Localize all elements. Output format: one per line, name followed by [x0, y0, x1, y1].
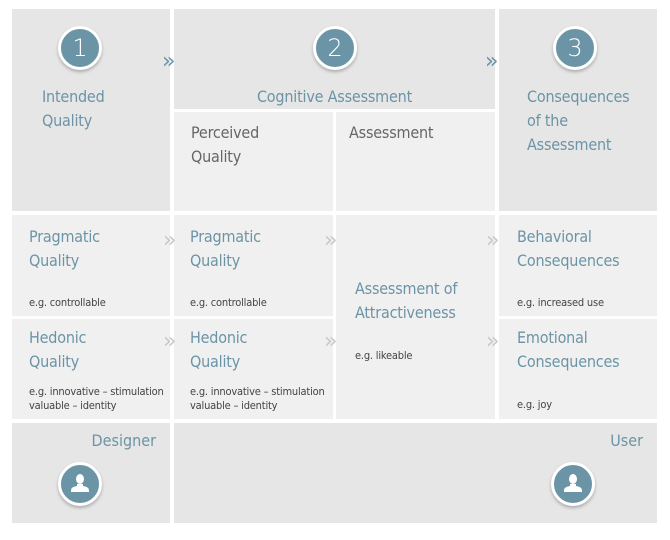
perceived-quality-label: Perceived Quality [191, 123, 260, 166]
designer-label: Designer [91, 431, 156, 450]
stage-2-number-badge: 2 [313, 26, 357, 70]
user-label: User [610, 431, 643, 450]
arrow-to-emotional-icon: » [486, 329, 500, 354]
stage-2-header-cell: 2 Cognitive Assessment [174, 9, 495, 109]
arrow-designer-pragmatic-icon: » [163, 228, 177, 253]
perceived-hedonic-example: e.g. innovative – stimulation valuable –… [190, 385, 325, 412]
arrow-to-behavioral-icon: » [486, 228, 500, 253]
perceived-hedonic-title: Hedonic Quality [190, 328, 248, 371]
stage-2-title: Cognitive Assessment [256, 87, 413, 106]
behavioral-consequences-title: Behavioral Consequences [517, 227, 620, 270]
designer-pragmatic-quality-cell: Pragmatic Quality e.g. controllable [12, 215, 170, 316]
stage-1-title: Intended Quality [42, 87, 105, 130]
stage-3-cell: 3 Consequences of the Assessment [499, 9, 657, 211]
designer-hedonic-example: e.g. innovative – stimulation valuable –… [29, 385, 164, 412]
arrow-perceived-pragmatic-icon: » [324, 228, 338, 253]
designer-pragmatic-example: e.g. controllable [29, 296, 106, 309]
designer-role-cell: Designer [12, 423, 170, 523]
assessment-label: Assessment [349, 123, 434, 142]
stage-3-title: Consequences of the Assessment [527, 87, 630, 154]
emotional-consequences-cell: Emotional Consequences e.g. joy [499, 319, 657, 419]
person-icon [71, 474, 89, 492]
assessment-header-cell: Assessment [336, 112, 495, 211]
person-icon [564, 474, 582, 492]
behavioral-consequences-cell: Behavioral Consequences e.g. increased u… [499, 215, 657, 316]
designer-hedonic-title: Hedonic Quality [29, 328, 87, 371]
arrow-stage2-to-stage3-icon: » [485, 49, 499, 74]
stage-1-cell: 1 Intended Quality [12, 9, 170, 211]
arrow-designer-hedonic-icon: » [163, 329, 177, 354]
arrow-perceived-hedonic-icon: » [324, 329, 338, 354]
user-role-cell: User [174, 423, 657, 523]
arrow-stage1-to-stage2-icon: » [162, 49, 176, 74]
perceived-pragmatic-example: e.g. controllable [190, 296, 267, 309]
perceived-pragmatic-title: Pragmatic Quality [190, 227, 261, 270]
designer-pragmatic-title: Pragmatic Quality [29, 227, 100, 270]
attractiveness-title: Assessment of Attractiveness [355, 279, 458, 322]
designer-avatar [58, 462, 102, 506]
stage-3-number-badge: 3 [553, 26, 597, 70]
stage-1-number-badge: 1 [58, 26, 102, 70]
emotional-consequences-example: e.g. joy [517, 398, 552, 411]
assessment-of-attractiveness-cell: Assessment of Attractiveness e.g. likeab… [336, 215, 495, 419]
designer-hedonic-quality-cell: Hedonic Quality e.g. innovative – stimul… [12, 319, 170, 419]
attractiveness-example: e.g. likeable [355, 349, 413, 362]
user-avatar [551, 462, 595, 506]
emotional-consequences-title: Emotional Consequences [517, 328, 620, 371]
behavioral-consequences-example: e.g. increased use [517, 296, 604, 309]
perceived-hedonic-quality-cell: Hedonic Quality e.g. innovative – stimul… [174, 319, 333, 419]
perceived-pragmatic-quality-cell: Pragmatic Quality e.g. controllable [174, 215, 333, 316]
perceived-quality-header-cell: Perceived Quality [174, 112, 333, 211]
